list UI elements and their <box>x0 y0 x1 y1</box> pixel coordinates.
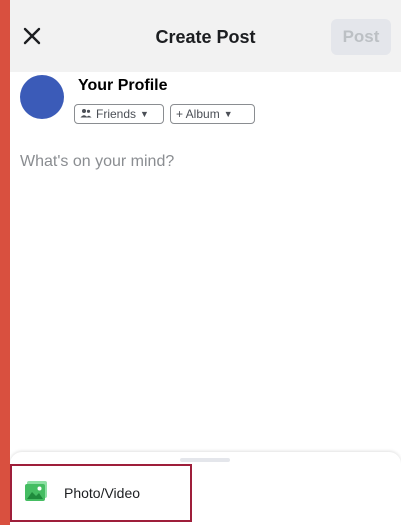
header-bar: Create Post Post <box>10 0 401 72</box>
friends-label: Friends <box>96 107 137 121</box>
profile-name: Your Profile <box>78 77 168 94</box>
caret-down-icon: ▼ <box>140 109 149 119</box>
album-dropdown[interactable]: + Album ▼ <box>170 104 255 124</box>
photo-icon <box>24 480 48 507</box>
audience-friends-dropdown[interactable]: Friends ▼ <box>74 104 164 124</box>
post-button[interactable]: Post <box>331 19 391 55</box>
friends-icon <box>80 107 92 121</box>
post-input[interactable]: What's on your mind? <box>20 153 174 171</box>
photo-video-label: Photo/Video <box>64 485 141 501</box>
caret-down-icon: ▼ <box>223 109 233 119</box>
album-label: + Album <box>176 107 220 121</box>
photo-video-button[interactable]: Photo/Video <box>10 464 192 522</box>
avatar <box>20 75 64 119</box>
sheet-handle[interactable] <box>180 458 230 462</box>
create-post-screen: Create Post Post Your Profile Friends ▼ … <box>10 0 401 525</box>
